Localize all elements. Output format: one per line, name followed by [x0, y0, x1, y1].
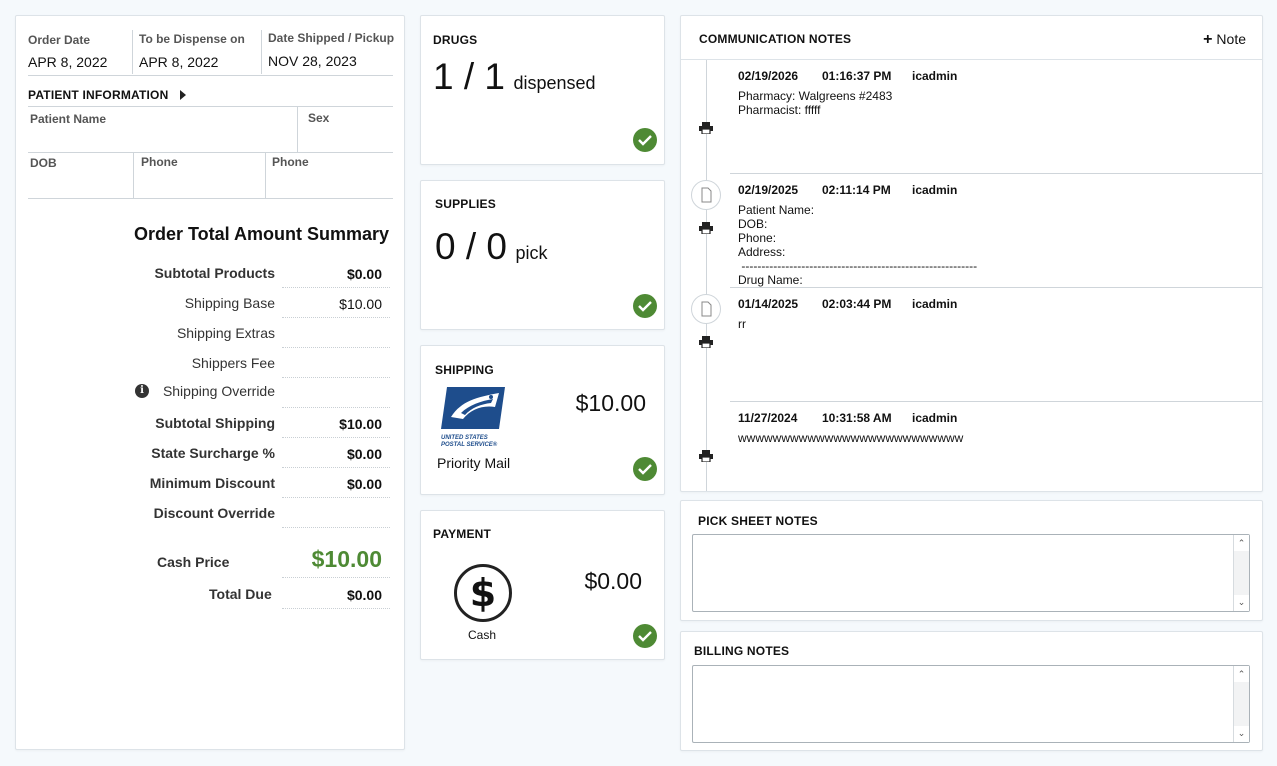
- note-user: icadmin: [912, 297, 958, 311]
- note-entry[interactable]: 02/19/2025 02:11:14 PM icadmin Patient N…: [681, 174, 1262, 287]
- order-panel: Order Date APR 8, 2022 To be Dispense on…: [15, 15, 405, 750]
- summary-row: Discount Override: [153, 505, 275, 521]
- note-user: icadmin: [912, 411, 958, 425]
- shipping-amount: $10.00: [575, 390, 646, 416]
- note-user: icadmin: [912, 183, 958, 197]
- note-date: 02/19/2025: [738, 183, 799, 197]
- document-icon: [691, 180, 721, 210]
- summary-rows: Subtotal Products $0.00 Shipping Base $1…: [16, 16, 406, 751]
- check-icon: [633, 294, 657, 318]
- printer-icon[interactable]: [699, 121, 713, 135]
- payment-card[interactable]: PAYMENT $ Cash $0.00: [420, 510, 665, 660]
- supplies-card[interactable]: SUPPLIES 0 / 0 pick: [420, 180, 665, 330]
- shipping-title: SHIPPING: [435, 363, 494, 377]
- note-entry[interactable]: 01/14/2025 02:03:44 PM icadmin rr: [681, 288, 1262, 401]
- check-icon: [633, 128, 657, 152]
- payment-method: Cash: [468, 628, 497, 642]
- note-entry[interactable]: 02/19/2026 01:16:37 PM icadmin Pharmacy:…: [681, 60, 1262, 173]
- total-due-label: Total Due: [209, 586, 272, 602]
- document-icon: [691, 294, 721, 324]
- payment-title: PAYMENT: [433, 527, 492, 541]
- note-time: 01:16:37 PM: [822, 69, 892, 83]
- drugs-count: 1 / 1 dispensed: [433, 56, 596, 97]
- pick-sheet-notes-field[interactable]: ⌃ ⌄: [692, 534, 1250, 612]
- plus-icon: +: [1203, 31, 1213, 48]
- note-time: 02:03:44 PM: [822, 297, 892, 311]
- pick-sheet-notes-panel: PICK SHEET NOTES ⌃ ⌄: [680, 500, 1263, 621]
- check-icon: [633, 457, 657, 481]
- billing-notes-title: BILLING NOTES: [694, 644, 790, 658]
- total-due-value: $0.00: [346, 587, 382, 603]
- note-time: 10:31:58 AM: [822, 411, 892, 425]
- note-user: icadmin: [912, 69, 958, 83]
- note-body: wwwwwwwwwwwwwwwwwwwwwwwwww: [738, 431, 964, 445]
- summary-row: Subtotal Shipping $10.00: [155, 415, 382, 432]
- cash-price-label: Cash Price: [157, 554, 230, 570]
- usps-logo: UNITED STATES POSTAL SERVICE®: [441, 387, 507, 448]
- payment-amount: $0.00: [584, 568, 642, 594]
- add-note-button[interactable]: + Note: [1203, 31, 1246, 49]
- communication-notes-title: COMMUNICATION NOTES: [699, 32, 852, 46]
- shipping-card[interactable]: SHIPPING UNITED STATES POSTAL SERVICE® $…: [420, 345, 665, 495]
- usps-logo-line2: POSTAL SERVICE: [441, 442, 493, 448]
- supplies-count: 0 / 0 pick: [435, 226, 548, 267]
- scrollbar[interactable]: ⌃ ⌄: [1233, 535, 1249, 611]
- note-date: 02/19/2026: [738, 69, 799, 83]
- summary-row: i Shipping Override: [16, 383, 406, 407]
- check-icon: [633, 624, 657, 648]
- note-date: 01/14/2025: [738, 297, 799, 311]
- scroll-up-icon[interactable]: ⌃: [1234, 535, 1249, 551]
- drugs-title: DRUGS: [433, 33, 478, 47]
- scrollbar[interactable]: ⌃ ⌄: [1233, 666, 1249, 742]
- scroll-down-icon[interactable]: ⌄: [1234, 595, 1249, 611]
- shipping-method: Priority Mail: [437, 455, 511, 471]
- billing-notes-field[interactable]: ⌃ ⌄: [692, 665, 1250, 743]
- billing-notes-panel: BILLING NOTES ⌃ ⌄: [680, 631, 1263, 751]
- note-body: Pharmacy: Walgreens #2483 Pharmacist: ff…: [738, 89, 893, 117]
- note-time: 02:11:14 PM: [822, 183, 891, 197]
- usps-logo-line1: UNITED STATES: [441, 435, 488, 441]
- communication-notes-panel: COMMUNICATION NOTES + Note 02/19/2026 01:…: [680, 15, 1263, 492]
- pick-sheet-notes-title: PICK SHEET NOTES: [698, 514, 818, 528]
- summary-row: Shipping Base $10.00: [184, 295, 382, 312]
- summary-row: Shippers Fee: [191, 355, 275, 371]
- printer-icon[interactable]: [699, 449, 713, 463]
- note-body: rr: [738, 317, 746, 331]
- summary-row: State Surcharge % $0.00: [151, 445, 382, 462]
- summary-row: Subtotal Products $0.00: [154, 265, 382, 282]
- summary-row: Minimum Discount $0.00: [149, 475, 382, 492]
- note-entry[interactable]: 11/27/2024 10:31:58 AM icadmin wwwwwwwww…: [681, 402, 1262, 491]
- printer-icon[interactable]: [699, 335, 713, 349]
- drugs-card[interactable]: DRUGS 1 / 1 dispensed: [420, 15, 665, 165]
- note-body: Patient Name: DOB: Phone: Address: -----…: [738, 203, 978, 287]
- supplies-title: SUPPLIES: [435, 197, 496, 211]
- usps-logo-mark: ®: [492, 442, 498, 448]
- note-date: 11/27/2024: [738, 411, 798, 425]
- cash-price-value: $10.00: [311, 546, 382, 572]
- scroll-down-icon[interactable]: ⌄: [1234, 726, 1249, 742]
- summary-row: Shipping Extras: [176, 325, 275, 341]
- printer-icon[interactable]: [699, 221, 713, 235]
- scroll-up-icon[interactable]: ⌃: [1234, 666, 1249, 682]
- dollar-circle-icon: $: [454, 564, 512, 622]
